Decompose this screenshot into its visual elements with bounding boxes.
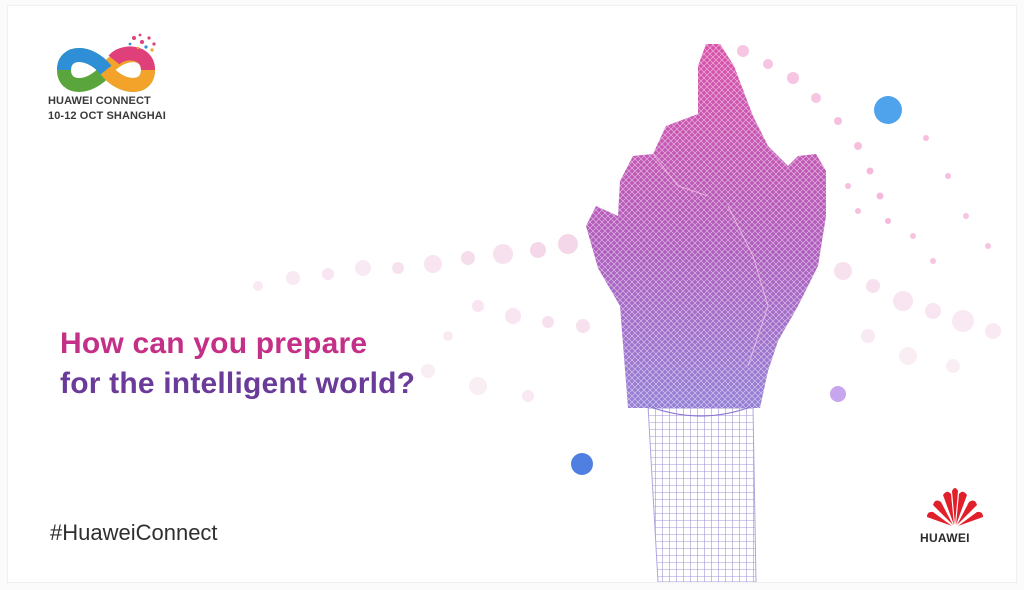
huawei-connect-infinity-logo-icon: [57, 33, 156, 92]
lilac-dot: [830, 386, 846, 402]
huawei-petal-logo-icon: [927, 488, 983, 526]
blue-dot: [571, 453, 593, 475]
headline-line-2: for the intelligent world?: [60, 367, 416, 400]
banner-image: HUAWEI CONNECT 10-12 OCT SHANGHAI How ca…: [8, 6, 1016, 582]
hashtag: #HuaweiConnect: [50, 520, 218, 545]
wireframe-hand-artwork: [253, 44, 1001, 582]
headline-line-1: How can you prepare: [60, 327, 368, 360]
page-frame: HUAWEI CONNECT 10-12 OCT SHANGHAI How ca…: [0, 0, 1024, 590]
brand-name: HUAWEI: [920, 531, 970, 545]
blue-dot-large: [874, 96, 902, 124]
event-name: HUAWEI CONNECT: [48, 95, 151, 107]
headline: How can you prepare for the intelligent …: [60, 324, 415, 404]
event-dates-location: 10-12 OCT SHANGHAI: [48, 110, 166, 122]
